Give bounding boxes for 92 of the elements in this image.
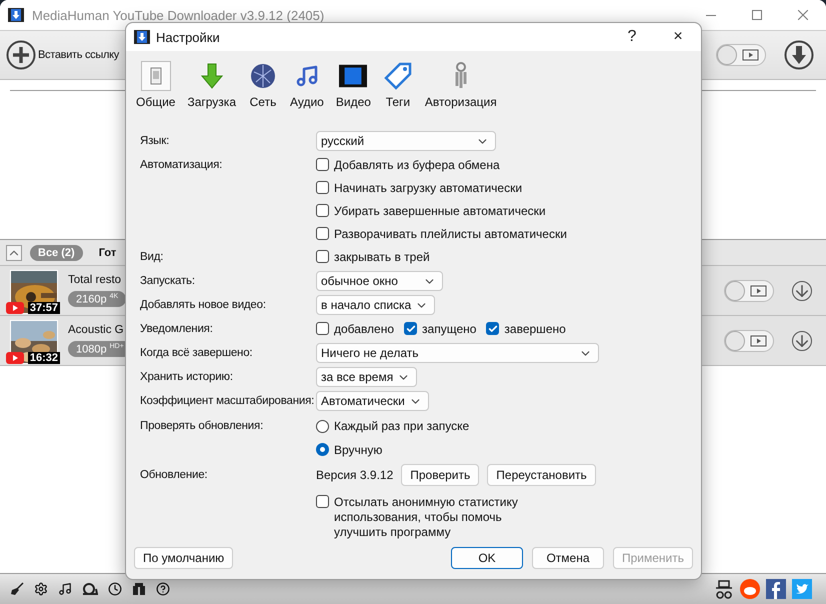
dropdown[interactable]: в начало списка	[316, 295, 436, 315]
dialog-button[interactable]: Отмена	[532, 547, 604, 569]
broom-icon[interactable]	[10, 582, 24, 596]
setting-label: Запускать:	[140, 274, 195, 289]
collapse-icon[interactable]	[6, 244, 22, 260]
defaults-button[interactable]: По умолчанию	[134, 547, 234, 569]
checkbox-label: завершено	[504, 322, 566, 336]
play-icon	[6, 352, 24, 364]
filter-tab[interactable]: Гот	[90, 244, 124, 260]
checkbox[interactable]	[316, 227, 329, 240]
setting-label: Коэффициент масштабирования:	[140, 394, 314, 409]
download-icon[interactable]	[792, 330, 812, 350]
facebook-icon[interactable]	[766, 579, 786, 599]
download-icon[interactable]	[784, 40, 814, 70]
settings-tab[interactable]: Видео	[336, 61, 371, 119]
dropdown[interactable]: обычное окно	[316, 271, 443, 291]
minimize-icon	[706, 14, 716, 16]
settings-tab[interactable]: Авторизация	[424, 61, 497, 119]
checkbox-label: Убирать завершенные автоматически	[334, 204, 546, 218]
checkbox[interactable]	[404, 322, 418, 335]
settings-tab[interactable]: Загрузка	[187, 61, 236, 119]
settings-tab[interactable]: Теги	[382, 61, 413, 119]
video-toggle[interactable]	[724, 280, 774, 302]
close-button[interactable]: ×	[655, 23, 701, 51]
checkbox-label: Добавлять из буфера обмена	[334, 158, 500, 172]
radio-button[interactable]	[316, 443, 329, 456]
add-icon[interactable]	[6, 40, 36, 70]
checkbox[interactable]	[316, 250, 329, 263]
update-button[interactable]: Переустановить	[487, 464, 596, 486]
dropdown[interactable]: русский	[316, 131, 496, 151]
video-toggle[interactable]	[716, 44, 766, 66]
setting-label: Когда всё завершено:	[140, 346, 252, 361]
globe-icon	[250, 63, 276, 89]
dialog-button[interactable]: OK	[450, 547, 523, 569]
setting-label: Автоматизация:	[140, 158, 222, 173]
paste-link-label: Вставить ссылку	[38, 49, 119, 61]
app-icon	[134, 30, 150, 44]
checkbox[interactable]	[316, 158, 329, 171]
settings-tab[interactable]: Сеть	[248, 61, 278, 119]
tag-icon	[384, 62, 412, 90]
setting-label: Добавлять новое видео:	[140, 298, 266, 313]
settings-icon[interactable]	[34, 582, 48, 596]
radio-label: Вручную	[334, 442, 382, 456]
filter-tab[interactable]: Все (2)	[30, 244, 83, 260]
film-icon	[339, 64, 368, 88]
download-icon[interactable]	[792, 280, 812, 300]
settings-tab[interactable]: Общие	[136, 61, 176, 119]
dropdown[interactable]: Ничего не делать	[316, 343, 599, 363]
checkbox-label: закрывать в трей	[334, 250, 430, 264]
help-button[interactable]: ?	[609, 23, 655, 51]
checkbox-label: Разворачивать плейлисты автоматически	[334, 226, 567, 240]
close-icon	[798, 10, 808, 20]
dropdown[interactable]: за все время	[316, 367, 418, 387]
version-text: Версия 3.9.12	[316, 468, 394, 482]
radio-button[interactable]	[316, 420, 329, 432]
setting-label: Проверять обновления:	[140, 419, 264, 434]
incognito-icon[interactable]	[714, 579, 734, 599]
video-title: Acoustic G	[68, 324, 125, 336]
radio-label: Каждый раз при запуске	[334, 419, 470, 433]
video-title: Total resto	[68, 274, 122, 286]
dropdown[interactable]: Автоматически	[316, 391, 429, 411]
dialog-title: Настройки	[156, 30, 220, 44]
checkbox[interactable]	[316, 204, 329, 217]
checkbox[interactable]	[316, 495, 329, 508]
checkbox[interactable]	[316, 181, 329, 194]
window-title: MediaHuman YouTube Downloader v3.9.12 (2405)	[32, 8, 324, 22]
setting-label: Хранить историю:	[140, 370, 233, 385]
update-button[interactable]: Проверить	[401, 464, 480, 486]
statistics-label: Отсылать анонимную статистику использования, чтобы помочь улучшить программу	[334, 495, 519, 540]
checkbox[interactable]	[316, 322, 329, 335]
twitter-icon[interactable]	[792, 579, 812, 599]
checkbox-label: добавлено	[334, 322, 394, 336]
checkbox-label: Начинать загрузку автоматически	[334, 180, 522, 194]
arrow-down-icon	[200, 63, 223, 89]
help-icon[interactable]	[156, 582, 170, 596]
settings-tab[interactable]: Аудио	[290, 61, 324, 119]
video-toggle[interactable]	[724, 330, 774, 352]
checkbox[interactable]	[486, 322, 500, 335]
music-icon[interactable]	[58, 582, 72, 596]
music-note-icon	[294, 64, 319, 88]
app-icon	[8, 8, 24, 22]
setting-label: Вид:	[140, 250, 164, 265]
switch-icon	[150, 67, 162, 85]
reddit-icon[interactable]	[740, 579, 760, 599]
play-icon	[6, 302, 24, 314]
setting-label: Обновление:	[140, 468, 208, 483]
checkbox-label: запущено	[422, 322, 476, 336]
clock-icon[interactable]	[108, 582, 122, 596]
quality-badge: 2160p $^{4K}$	[68, 290, 126, 308]
setting-label: Уведомления:	[140, 322, 213, 337]
maximize-icon	[752, 10, 762, 20]
setting-label: Язык:	[140, 134, 170, 149]
